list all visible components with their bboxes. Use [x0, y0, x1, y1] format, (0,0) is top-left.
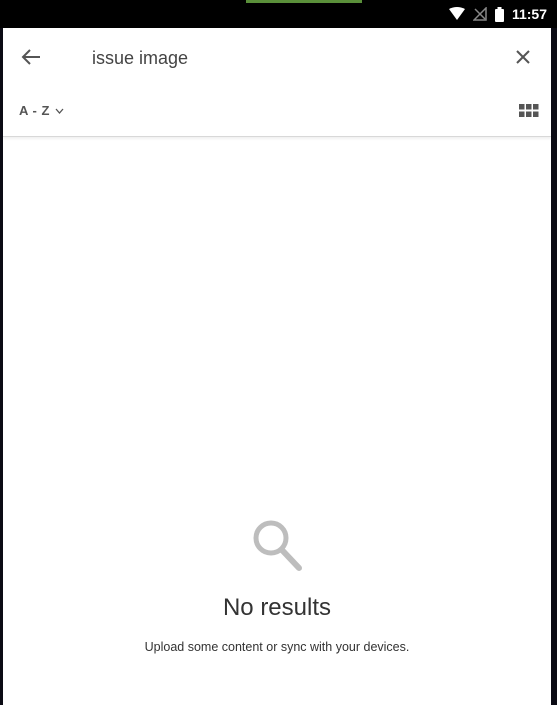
- status-bar: 11:57: [0, 0, 557, 28]
- status-accent-bar: [246, 0, 362, 3]
- search-icon: [253, 520, 302, 571]
- sort-label: A - Z: [19, 103, 50, 118]
- search-toolbar: [3, 28, 551, 86]
- app-window: A - Z No results Upload some content or …: [3, 28, 551, 705]
- chevron-down-icon: [55, 108, 64, 114]
- no-signal-icon: [472, 7, 487, 21]
- back-button[interactable]: [17, 43, 45, 71]
- empty-title: No results: [222, 594, 332, 621]
- grid-view-icon[interactable]: [519, 103, 539, 119]
- status-time: 11:57: [511, 6, 547, 22]
- sort-bar: A - Z: [3, 86, 551, 137]
- battery-icon: [494, 6, 504, 22]
- clear-search-button[interactable]: [509, 43, 537, 71]
- status-icons: 11:57: [448, 6, 547, 22]
- screen: 11:57 A - Z: [0, 0, 557, 705]
- sort-dropdown[interactable]: A - Z: [19, 103, 64, 118]
- arrow-left-icon: [21, 49, 40, 65]
- wifi-icon: [448, 7, 465, 20]
- empty-subtitle: Upload some content or sync with your de…: [144, 640, 410, 654]
- close-icon: [516, 50, 530, 64]
- empty-state: No results Upload some content or sync w…: [3, 516, 551, 654]
- search-input[interactable]: [92, 45, 472, 71]
